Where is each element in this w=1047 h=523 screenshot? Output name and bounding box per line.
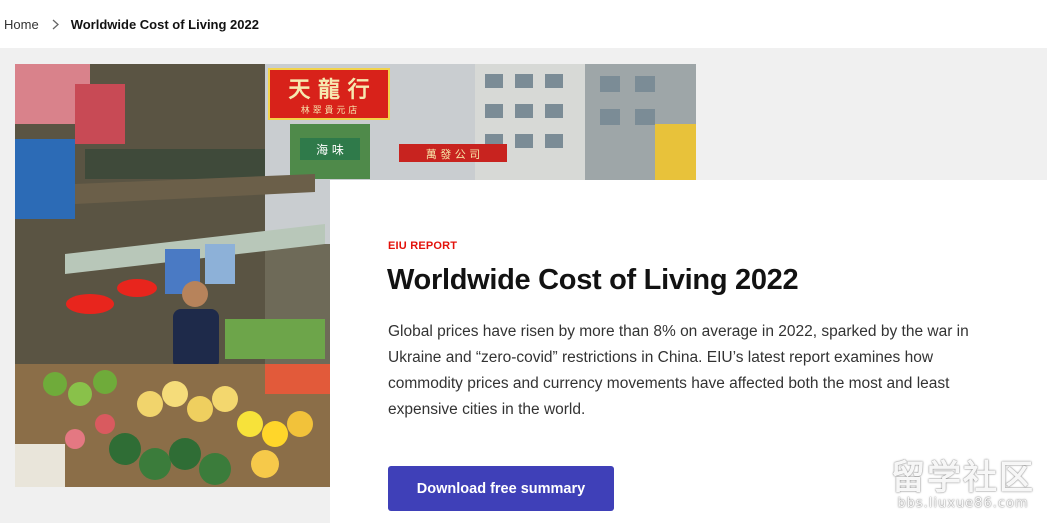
sign-side-text: 萬 發 公 司	[426, 147, 481, 161]
watermark-main: 留学社区	[891, 458, 1035, 498]
breadcrumb: Home Worldwide Cost of Living 2022	[0, 0, 1047, 48]
report-description: Global prices have risen by more than 8%…	[388, 323, 969, 418]
page-title: Worldwide Cost of Living 2022	[387, 264, 799, 296]
sign-top-small-text: 林 翠 貴 元 店	[301, 104, 357, 116]
breadcrumb-current: Worldwide Cost of Living 2022	[70, 16, 259, 32]
chevron-right-icon	[52, 19, 59, 30]
download-summary-button[interactable]: Download free summary	[388, 466, 614, 511]
watermark-sub: bbs.liuxue86.com	[897, 496, 1029, 511]
sign-green-text: 海 味	[316, 142, 344, 157]
eyebrow-label: EIU REPORT	[388, 240, 458, 252]
sign-top-text: 天 龍 行	[288, 77, 369, 103]
watermark: 留学社区 bbs.liuxue86.com	[891, 460, 1035, 511]
breadcrumb-home-link[interactable]: Home	[4, 17, 39, 32]
